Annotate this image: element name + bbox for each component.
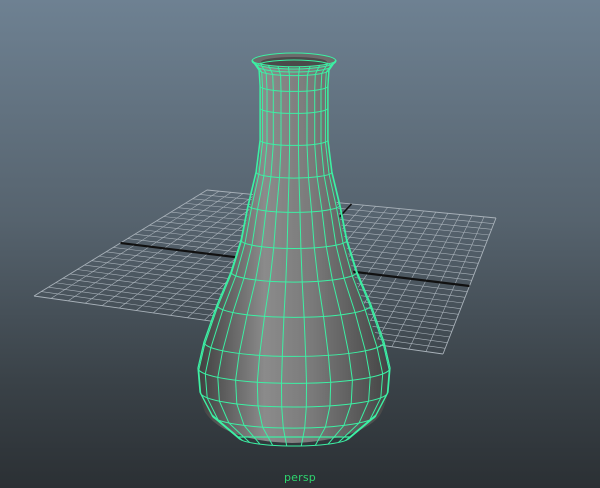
flask-mesh[interactable]: [197, 52, 391, 447]
scene-canvas[interactable]: [0, 0, 600, 488]
camera-label: persp: [284, 471, 316, 484]
perspective-viewport[interactable]: persp: [0, 0, 600, 488]
